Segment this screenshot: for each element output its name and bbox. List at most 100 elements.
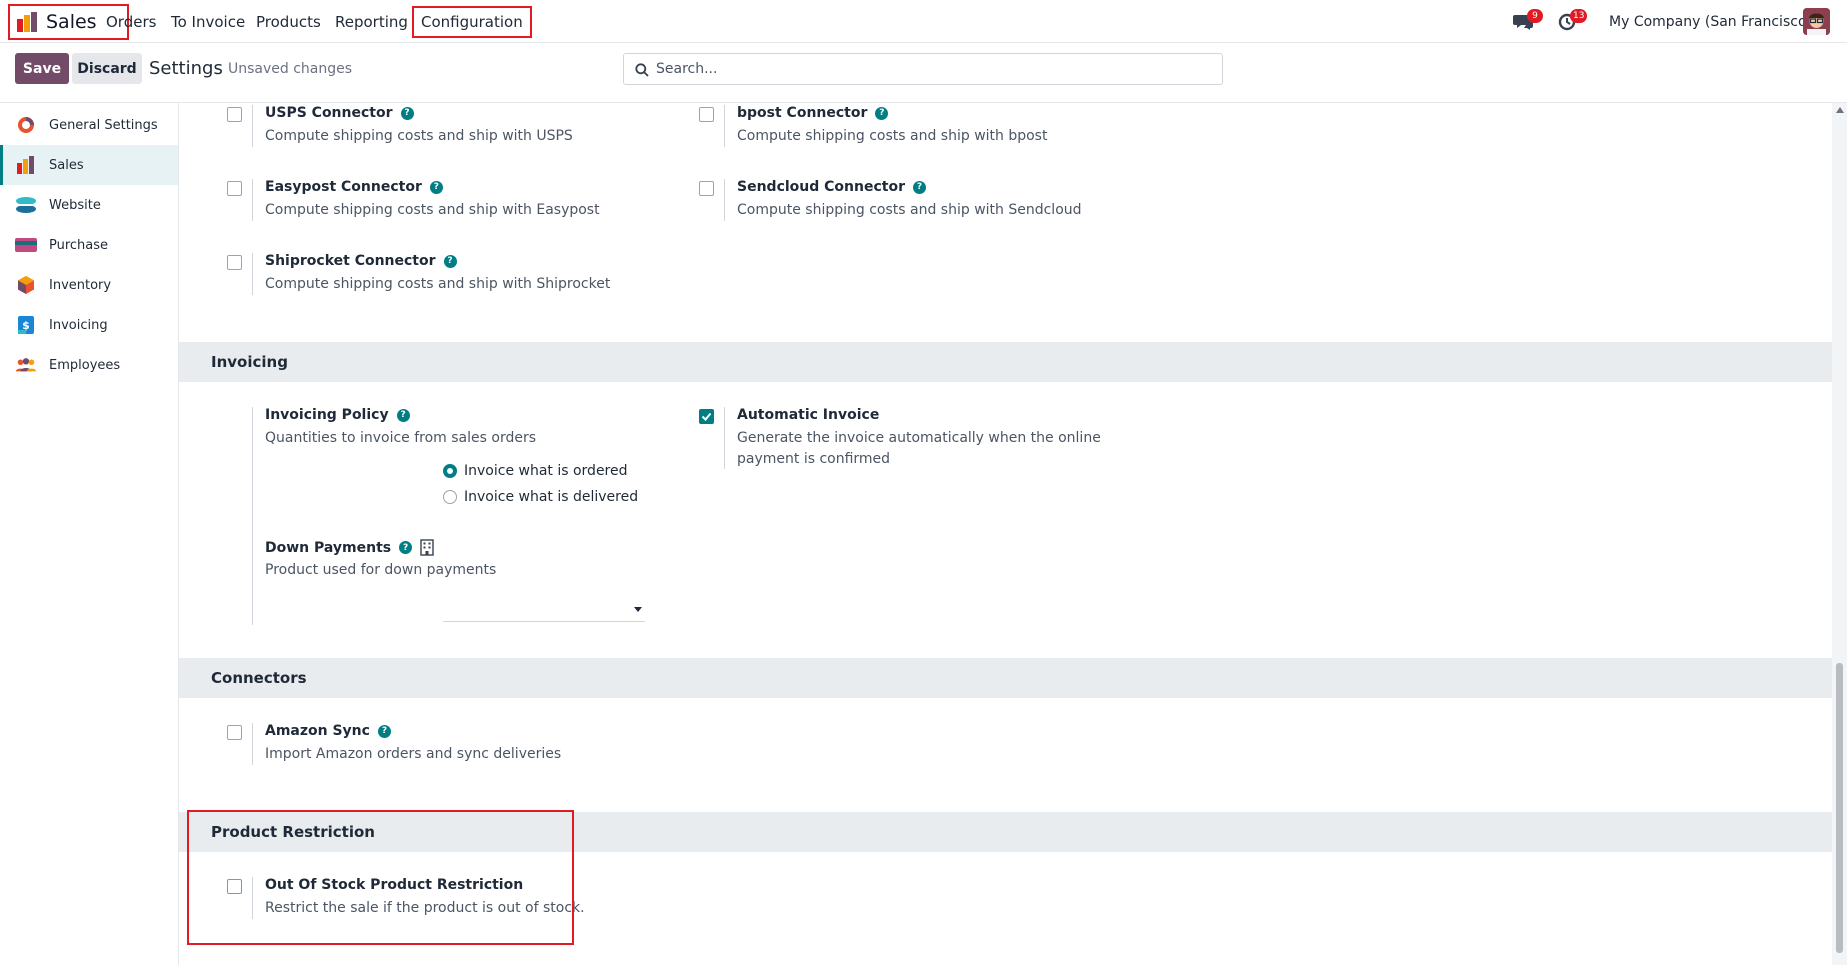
help-icon[interactable]: ? [875, 106, 889, 120]
scroll-up-icon[interactable] [1836, 107, 1844, 113]
sidebar-item-employees[interactable]: Employees [0, 345, 178, 385]
radio-invoice-ordered[interactable]: Invoice what is ordered [443, 463, 628, 479]
control-panel: Save Discard Settings Unsaved changes [0, 43, 1847, 103]
menu-to-invoice[interactable]: To Invoice [171, 0, 245, 43]
sidebar-item-label: Employees [49, 357, 121, 373]
chevron-down-icon [634, 607, 642, 612]
sendcloud-checkbox[interactable] [699, 181, 714, 196]
divider [252, 253, 253, 295]
employees-app-icon [15, 354, 37, 376]
avatar-face-icon [1803, 8, 1830, 35]
help-icon[interactable]: ? [377, 724, 391, 738]
search-box[interactable] [623, 53, 1223, 85]
radio-button[interactable] [443, 490, 457, 504]
settings-content: USPS Connector? Compute shipping costs a… [179, 103, 1832, 965]
sidebar-item-general-settings[interactable]: General Settings [0, 105, 178, 145]
setting-description: Quantities to invoice from sales orders [265, 430, 537, 446]
sidebar-item-label: Purchase [49, 237, 109, 253]
scrollbar-thumb[interactable] [1836, 663, 1843, 953]
down-payment-product-select[interactable] [443, 594, 645, 622]
sidebar-item-purchase[interactable]: Purchase [0, 225, 178, 265]
top-navbar: Sales Orders To Invoice Products Reporti… [0, 0, 1847, 43]
setting-title: USPS Connector? [265, 105, 414, 121]
setting-title: Shiprocket Connector? [265, 253, 457, 269]
help-icon[interactable]: ? [396, 408, 410, 422]
activities-count-badge: 13 [1570, 9, 1588, 23]
website-app-icon [15, 194, 37, 216]
menu-configuration[interactable]: Configuration [412, 6, 532, 38]
section-header-invoicing: Invoicing [179, 342, 1832, 382]
menu-reporting[interactable]: Reporting [335, 0, 408, 43]
divider [724, 407, 725, 469]
save-button[interactable]: Save [15, 53, 69, 84]
help-icon[interactable]: ? [429, 180, 443, 194]
divider [724, 105, 725, 147]
setting-title: bpost Connector? [737, 105, 889, 121]
settings-sidebar: General Settings Sales Website Purchase … [0, 103, 179, 965]
search-input[interactable] [656, 61, 1222, 77]
help-icon[interactable]: ? [399, 541, 413, 554]
menu-products[interactable]: Products [256, 0, 321, 43]
company-switcher[interactable]: My Company (San Francisco) [1609, 0, 1812, 43]
setting-title: Sendcloud Connector? [737, 179, 926, 195]
setting-title-text: Sendcloud Connector [737, 179, 905, 195]
radio-invoice-delivered[interactable]: Invoice what is delivered [443, 489, 638, 505]
setting-title-text: bpost Connector [737, 105, 868, 121]
radio-label: Invoice what is ordered [464, 463, 628, 479]
vertical-scrollbar[interactable] [1832, 103, 1847, 965]
setting-description: Import Amazon orders and sync deliveries [265, 746, 562, 762]
sidebar-item-label: Invoicing [49, 317, 108, 333]
menu-orders[interactable]: Orders [106, 0, 156, 43]
setting-title-text: Amazon Sync [265, 723, 370, 739]
sidebar-item-label: Inventory [49, 277, 112, 293]
discard-button[interactable]: Discard [72, 53, 142, 84]
unsaved-status: Unsaved changes [228, 61, 353, 77]
sidebar-item-label: Sales [49, 157, 84, 173]
inventory-app-icon [15, 274, 37, 296]
divider [252, 105, 253, 147]
setting-title-text: Shiprocket Connector [265, 253, 436, 269]
company-building-icon [420, 539, 434, 556]
help-icon[interactable]: ? [400, 106, 414, 120]
sidebar-item-label: General Settings [49, 117, 158, 133]
sales-app-icon [15, 154, 37, 176]
bpost-checkbox[interactable] [699, 107, 714, 122]
setting-title: Amazon Sync? [265, 723, 391, 739]
section-header-product-restriction: Product Restriction [179, 812, 1832, 852]
setting-title-text: Invoicing Policy [265, 407, 389, 423]
sidebar-item-website[interactable]: Website [0, 185, 178, 225]
shiprocket-checkbox[interactable] [227, 255, 242, 270]
sidebar-item-sales[interactable]: Sales [0, 145, 178, 185]
sales-app-icon [17, 12, 37, 32]
divider [724, 179, 725, 221]
divider [252, 877, 253, 919]
sidebar-item-label: Website [49, 197, 101, 213]
setting-title: Automatic Invoice [737, 407, 880, 423]
setting-title: Out Of Stock Product Restriction [265, 877, 524, 893]
setting-description: Compute shipping costs and ship with Shi… [265, 276, 611, 292]
user-avatar[interactable] [1803, 8, 1830, 35]
setting-description: Compute shipping costs and ship with Eas… [265, 202, 600, 218]
usps-checkbox[interactable] [227, 107, 242, 122]
automatic-invoice-checkbox[interactable] [699, 409, 714, 424]
setting-description: Generate the invoice automatically when … [737, 430, 1101, 467]
setting-title-text: USPS Connector [265, 105, 393, 121]
help-icon[interactable]: ? [443, 254, 457, 268]
purchase-app-icon [15, 234, 37, 256]
messages-count-badge: 9 [1527, 9, 1543, 23]
easypost-checkbox[interactable] [227, 181, 242, 196]
section-header-connectors: Connectors [179, 658, 1832, 698]
radio-label: Invoice what is delivered [464, 489, 639, 505]
setting-description: Compute shipping costs and ship with USP… [265, 128, 573, 144]
setting-title-text: Down Payments [265, 539, 392, 556]
out-of-stock-checkbox[interactable] [227, 879, 242, 894]
setting-title-text: Easypost Connector [265, 179, 422, 195]
radio-button[interactable] [443, 464, 457, 478]
sidebar-item-inventory[interactable]: Inventory [0, 265, 178, 305]
help-icon[interactable]: ? [912, 180, 926, 194]
amazon-sync-checkbox[interactable] [227, 725, 242, 740]
sidebar-item-invoicing[interactable]: $ Invoicing [0, 305, 178, 345]
setting-title: Invoicing Policy? [265, 407, 410, 423]
app-name: Sales [46, 11, 97, 33]
invoicing-app-icon: $ [15, 314, 37, 336]
